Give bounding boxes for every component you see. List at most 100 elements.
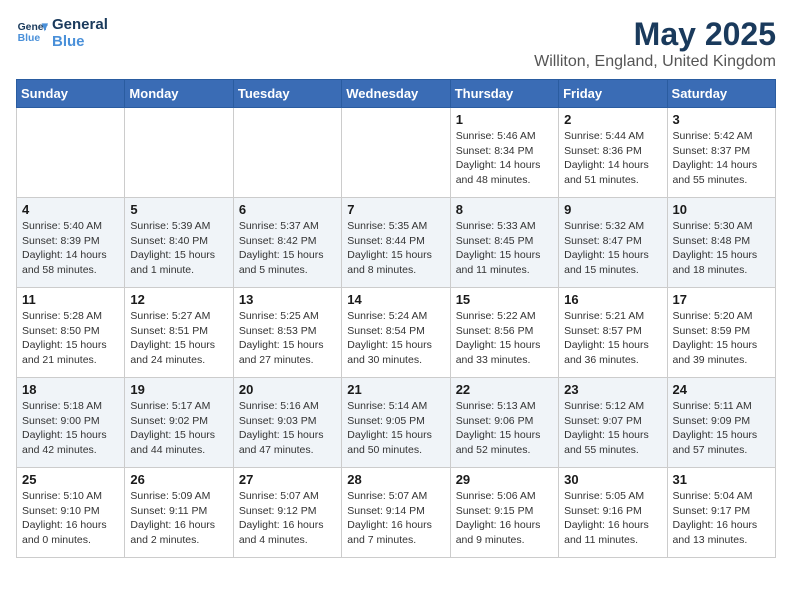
day-detail-line: Daylight: 15 hours (347, 339, 432, 351)
day-detail: Sunrise: 5:17 AMSunset: 9:02 PMDaylight:… (130, 399, 227, 458)
day-detail-line: Sunrise: 5:24 AM (347, 310, 427, 322)
day-detail-line: Daylight: 16 hours (347, 519, 432, 531)
day-detail-line: Daylight: 15 hours (130, 249, 215, 261)
calendar-cell: 17 Sunrise: 5:20 AMSunset: 8:59 PMDayligh… (667, 288, 775, 378)
day-detail-line: and 7 minutes. (347, 534, 416, 546)
day-detail: Sunrise: 5:39 AMSunset: 8:40 PMDaylight:… (130, 219, 227, 278)
day-detail-line: Sunrise: 5:17 AM (130, 400, 210, 412)
day-detail-line: and 58 minutes. (22, 264, 97, 276)
day-detail-line: and 48 minutes. (456, 174, 531, 186)
calendar-cell: 23Sunrise: 5:12 AMSunset: 9:07 PMDayligh… (559, 378, 667, 468)
calendar-week-2: 4Sunrise: 5:40 AMSunset: 8:39 PMDaylight… (17, 198, 776, 288)
day-detail-line: and 13 minutes. (673, 534, 748, 546)
day-detail-line: Sunrise: 5:40 AM (22, 220, 102, 232)
day-detail-line: Sunrise: 5:46 AM (456, 130, 536, 142)
day-number: 7 (347, 202, 444, 217)
day-detail: Sunrise: 5:25 AMSunset: 8:53 PMDaylight:… (239, 309, 336, 368)
day-detail-line: Sunset: 8:40 PM (130, 235, 208, 247)
day-detail-line: Sunrise: 5:25 AM (239, 310, 319, 322)
day-detail-line: Daylight: 15 hours (564, 429, 649, 441)
day-number: 18 (22, 382, 119, 397)
day-detail-line: Daylight: 14 hours (564, 159, 649, 171)
day-detail: Sunrise: 5:10 AMSunset: 9:10 PMDaylight:… (22, 489, 119, 548)
day-detail-line: Sunset: 8:45 PM (456, 235, 534, 247)
title-block: May 2025 Williton, England, United Kingd… (534, 16, 776, 71)
day-detail-line: Sunrise: 5:10 AM (22, 490, 102, 502)
day-detail: Sunrise: 5:12 AMSunset: 9:07 PMDaylight:… (564, 399, 661, 458)
day-detail-line: Daylight: 15 hours (239, 339, 324, 351)
day-detail: Sunrise: 5:06 AMSunset: 9:15 PMDaylight:… (456, 489, 553, 548)
day-detail-line: Sunrise: 5:35 AM (347, 220, 427, 232)
calendar-cell: 15Sunrise: 5:22 AMSunset: 8:56 PMDayligh… (450, 288, 558, 378)
calendar-cell: 14Sunrise: 5:24 AMSunset: 8:54 PMDayligh… (342, 288, 450, 378)
day-detail-line: Sunset: 9:16 PM (564, 505, 642, 517)
day-detail-line: and 55 minutes. (673, 174, 748, 186)
calendar-cell: 26Sunrise: 5:09 AMSunset: 9:11 PMDayligh… (125, 468, 233, 558)
day-detail-line: and 21 minutes. (22, 354, 97, 366)
day-detail-line: Daylight: 15 hours (347, 249, 432, 261)
day-detail-line: Daylight: 15 hours (673, 339, 758, 351)
day-detail-line: and 9 minutes. (456, 534, 525, 546)
day-number: 11 (22, 292, 119, 307)
day-number: 17 (673, 292, 770, 307)
calendar-cell: 18Sunrise: 5:18 AMSunset: 9:00 PMDayligh… (17, 378, 125, 468)
day-detail: Sunrise: 5:20 AMSunset: 8:59 PMDaylight:… (673, 309, 770, 368)
calendar-cell: 10Sunrise: 5:30 AMSunset: 8:48 PMDayligh… (667, 198, 775, 288)
day-detail-line: Sunrise: 5:30 AM (673, 220, 753, 232)
day-detail-line: Sunset: 9:12 PM (239, 505, 317, 517)
day-detail-line: Sunrise: 5:20 AM (673, 310, 753, 322)
day-number: 22 (456, 382, 553, 397)
header-friday: Friday (559, 80, 667, 108)
day-detail-line: Sunrise: 5:06 AM (456, 490, 536, 502)
day-detail-line: Daylight: 15 hours (456, 249, 541, 261)
calendar-cell: 16Sunrise: 5:21 AMSunset: 8:57 PMDayligh… (559, 288, 667, 378)
day-detail-line: Sunset: 9:09 PM (673, 415, 751, 427)
day-detail: Sunrise: 5:42 AMSunset: 8:37 PMDaylight:… (673, 129, 770, 188)
day-detail: Sunrise: 5:07 AMSunset: 9:14 PMDaylight:… (347, 489, 444, 548)
day-number: 27 (239, 472, 336, 487)
day-number: 15 (456, 292, 553, 307)
day-detail-line: Sunset: 9:11 PM (130, 505, 207, 517)
calendar-cell: 2Sunrise: 5:44 AMSunset: 8:36 PMDaylight… (559, 108, 667, 198)
day-detail-line: Sunrise: 5:32 AM (564, 220, 644, 232)
page-header: General Blue General Blue May 2025 Willi… (16, 16, 776, 71)
day-detail-line: Daylight: 14 hours (673, 159, 758, 171)
day-detail-line: Daylight: 15 hours (130, 429, 215, 441)
day-detail: Sunrise: 5:30 AMSunset: 8:48 PMDaylight:… (673, 219, 770, 278)
header-monday: Monday (125, 80, 233, 108)
day-detail-line: and 11 minutes. (564, 534, 638, 546)
calendar-week-4: 18 Sunrise: 5:18 AM Sunset: 9:00 PM Dayligh… (17, 378, 776, 468)
day-number: 20 (239, 382, 336, 397)
day-detail-line: and 57 minutes. (673, 444, 748, 456)
day-detail-line: Daylight: 14 hours (22, 249, 107, 261)
calendar-cell: 12Sunrise: 5:27 AMSunset: 8:51 PMDayligh… (125, 288, 233, 378)
calendar-cell: 8Sunrise: 5:33 AMSunset: 8:45 PMDaylight… (450, 198, 558, 288)
day-number: 26 (130, 472, 227, 487)
day-detail-line: and 52 minutes. (456, 444, 531, 456)
day-detail: Sunrise: 5:18 AMSunset: 9:00 PMDaylight:… (22, 399, 119, 458)
day-detail-line: Sunrise: 5:09 AM (130, 490, 210, 502)
day-detail-line: Sunset: 9:03 PM (239, 415, 317, 427)
day-detail: Sunrise: 5:35 AMSunset: 8:44 PMDaylight:… (347, 219, 444, 278)
day-detail-line: Sunrise: 5:33 AM (456, 220, 536, 232)
day-detail-line: Sunrise: 5:07 AM (347, 490, 427, 502)
day-detail-line: Sunset: 8:34 PM (456, 145, 534, 157)
calendar-cell: 24Sunrise: 5:11 AMSunset: 9:09 PMDayligh… (667, 378, 775, 468)
day-detail-line: Sunrise: 5:42 AM (673, 130, 753, 142)
day-detail-line: and 8 minutes. (347, 264, 416, 276)
day-number: 1 (456, 112, 553, 127)
logo-line2: Blue (52, 33, 108, 50)
calendar-header-row: SundayMondayTuesdayWednesdayThursdayFrid… (17, 80, 776, 108)
day-detail-line: Sunrise: 5:37 AM (239, 220, 319, 232)
day-detail-line: Sunset: 8:36 PM (564, 145, 642, 157)
day-detail-line: Sunrise: 5:05 AM (564, 490, 644, 502)
day-detail: Sunrise: 5:32 AMSunset: 8:47 PMDaylight:… (564, 219, 661, 278)
day-detail-line: and 39 minutes. (673, 354, 748, 366)
calendar-cell (17, 108, 125, 198)
calendar-cell: 11Sunrise: 5:28 AMSunset: 8:50 PMDayligh… (17, 288, 125, 378)
day-detail-line: Sunset: 9:00 PM (22, 415, 100, 427)
day-detail: Sunrise: 5:14 AMSunset: 9:05 PMDaylight:… (347, 399, 444, 458)
day-detail-line: Sunrise: 5:18 AM (22, 400, 102, 412)
day-detail-line: and 51 minutes. (564, 174, 639, 186)
day-detail-line: Sunrise: 5:27 AM (130, 310, 210, 322)
